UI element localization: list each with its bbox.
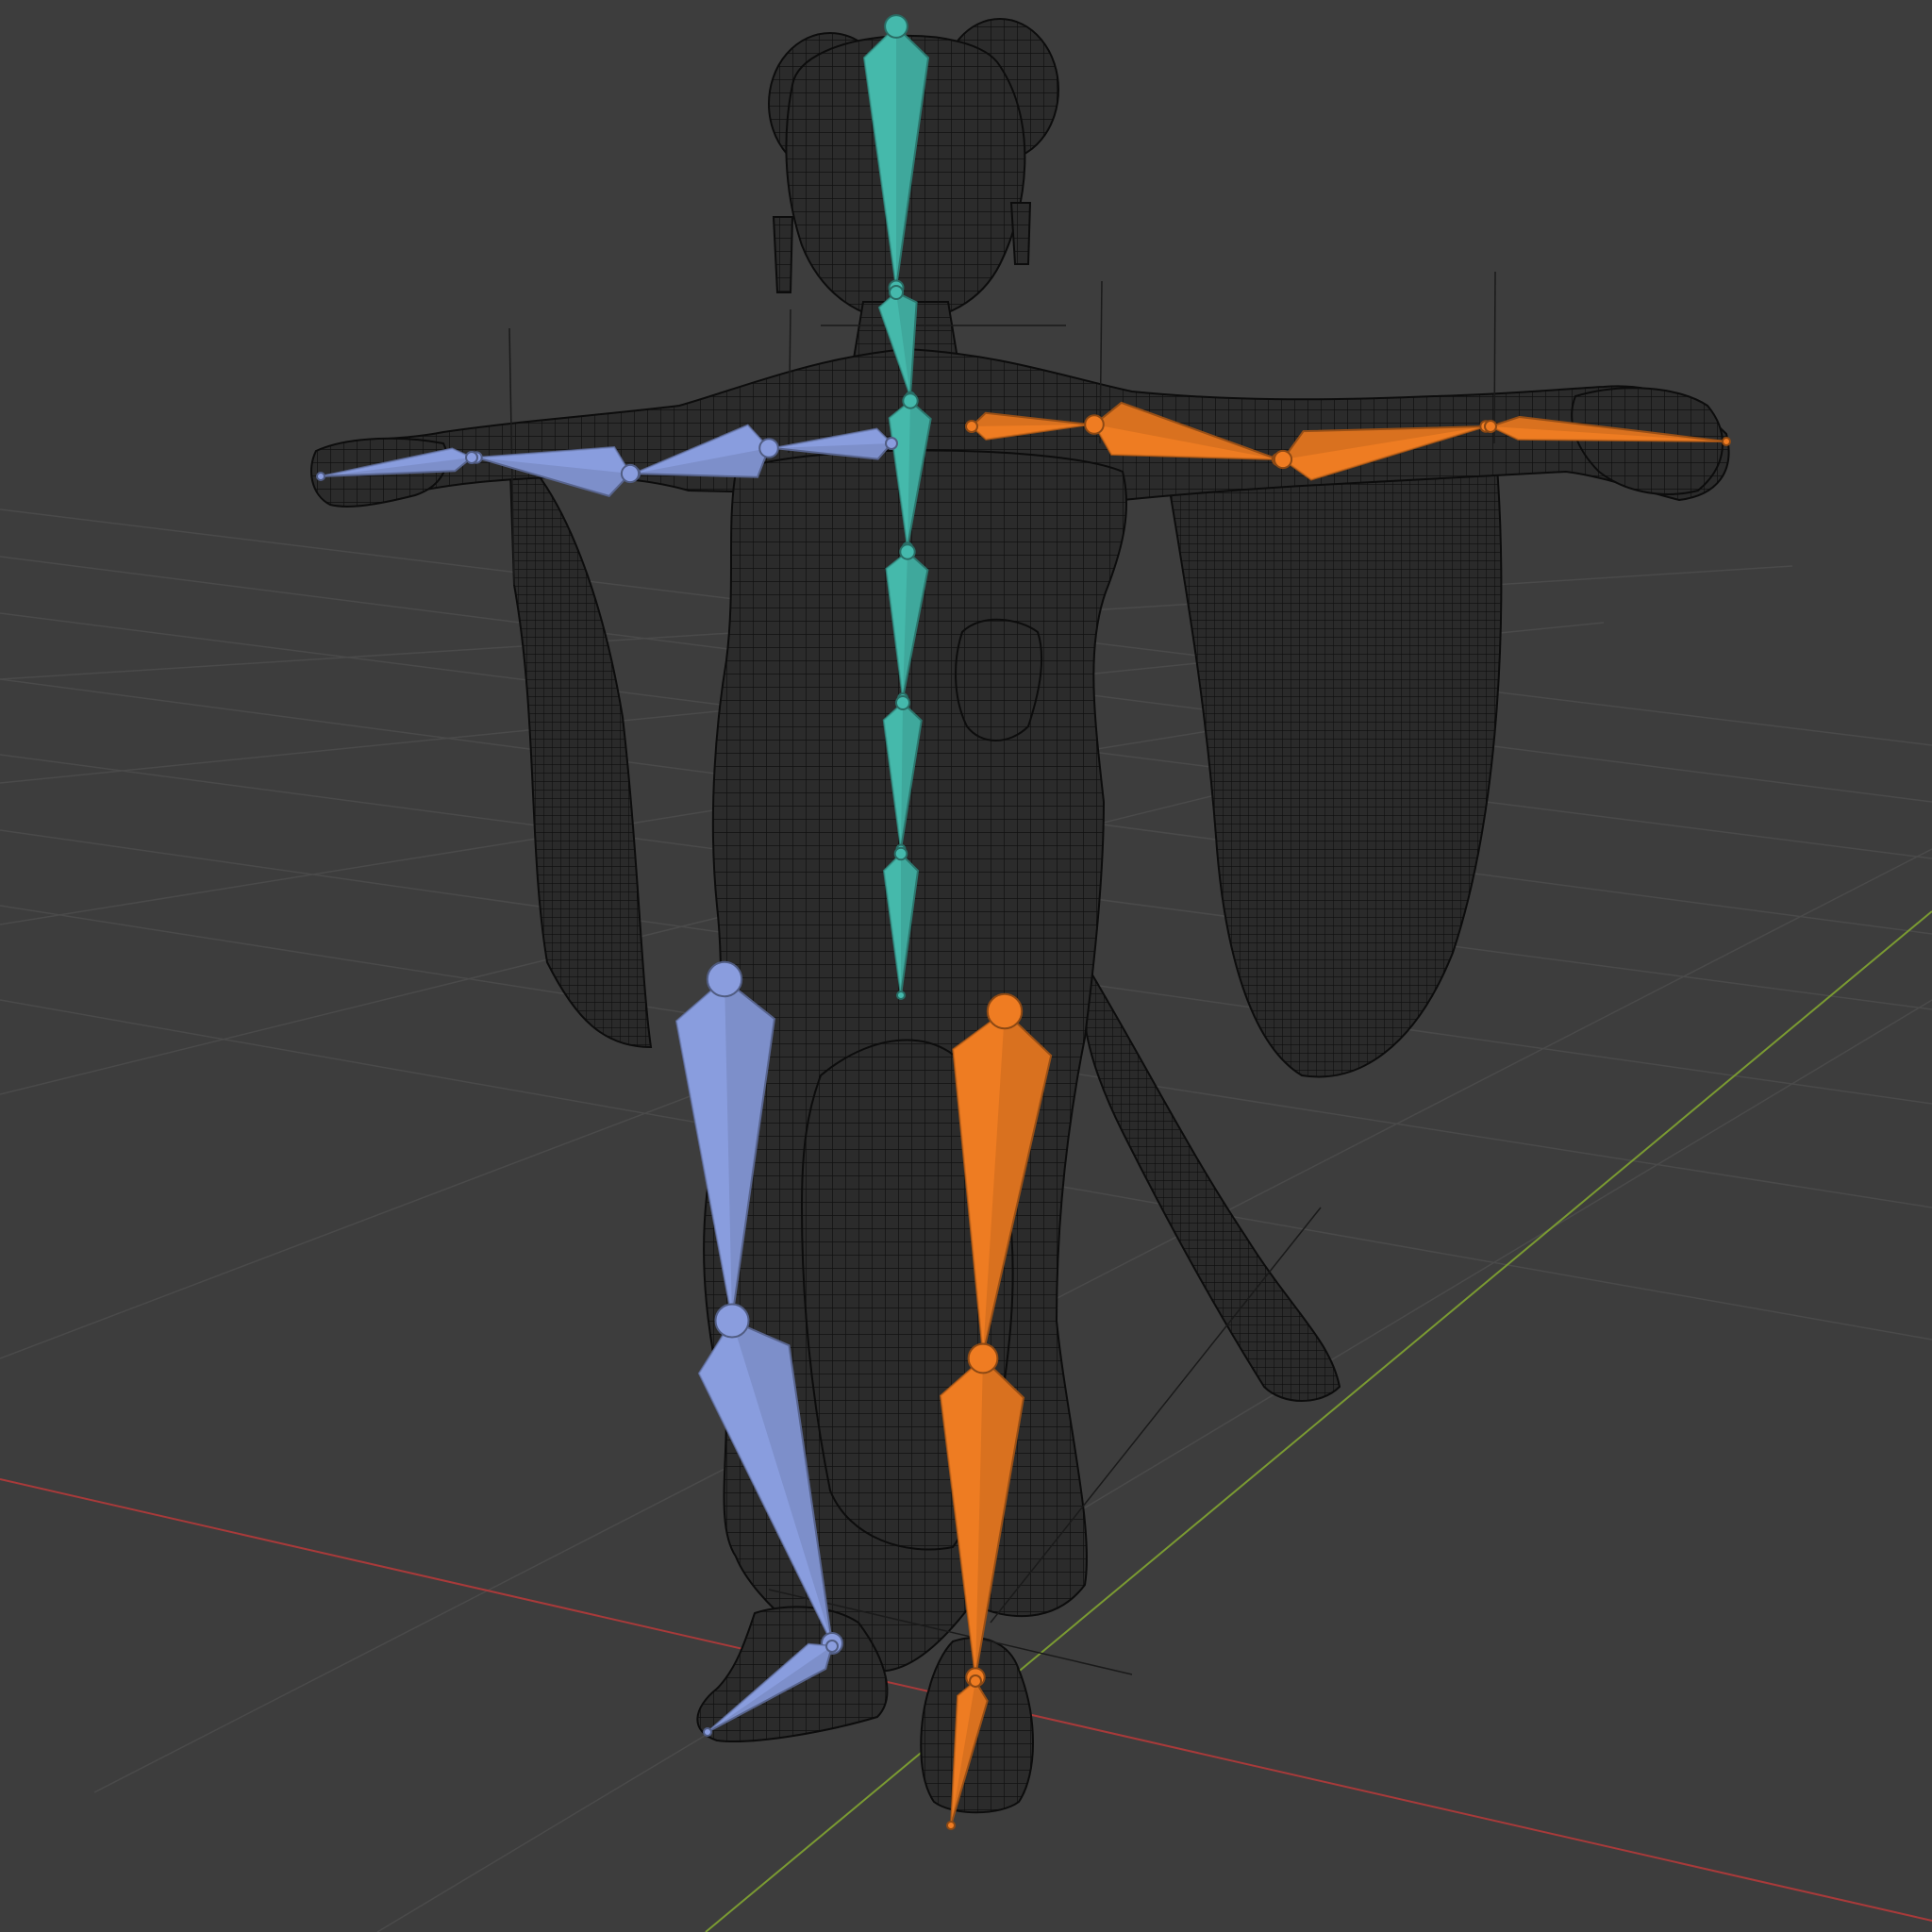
bone-foot-right-head-joint [825,1640,839,1653]
bone-foot-left-tail-joint [946,1821,956,1830]
bone-hips-head-joint [893,846,908,861]
bone-clavicle-left-head-joint [965,420,978,433]
mesh-earring-left [772,216,794,293]
bone-upper-arm-left-head-joint [1084,414,1105,435]
bone-hand-right-tail-joint [316,472,325,481]
bone-hand-left-tail-joint [1722,437,1731,446]
bone-thigh-left-head-joint [986,992,1024,1030]
bone-neck-head-joint [889,285,904,300]
mesh-earring-right [1009,202,1032,265]
3d-viewport[interactable] [0,0,1932,1932]
bone-thigh-right-head-joint [706,960,743,998]
mesh-waist-bow [955,618,1043,741]
mesh-sleeve-right [508,441,653,1049]
bone-hand-left-head-joint [1484,420,1497,433]
bone-forearm-left-head-joint [1273,449,1293,470]
bone-shin-right-head-joint [714,1303,750,1339]
bone-chest-head-joint [902,392,919,409]
bone-spine-upper-head-joint [899,543,916,560]
character-mesh[interactable] [310,18,1730,1814]
bone-foot-right-tail-joint [703,1727,712,1737]
bone-upper-arm-right-head-joint [758,438,779,458]
bone-clavicle-right-head-joint [885,437,898,450]
bone-hand-right-head-joint [465,451,478,464]
grid-line [0,697,1416,925]
bone-head-head-joint [884,14,908,39]
viewport-canvas[interactable] [0,0,1932,1932]
mesh-sleeve-left [1168,441,1503,1078]
bone-shin-left-head-joint [967,1342,999,1374]
bone-foot-left-head-joint [969,1674,982,1688]
bone-spine-lower-head-joint [895,695,910,710]
bone-hips-tail-joint [896,991,906,1000]
bone-forearm-right-head-joint [620,463,641,484]
